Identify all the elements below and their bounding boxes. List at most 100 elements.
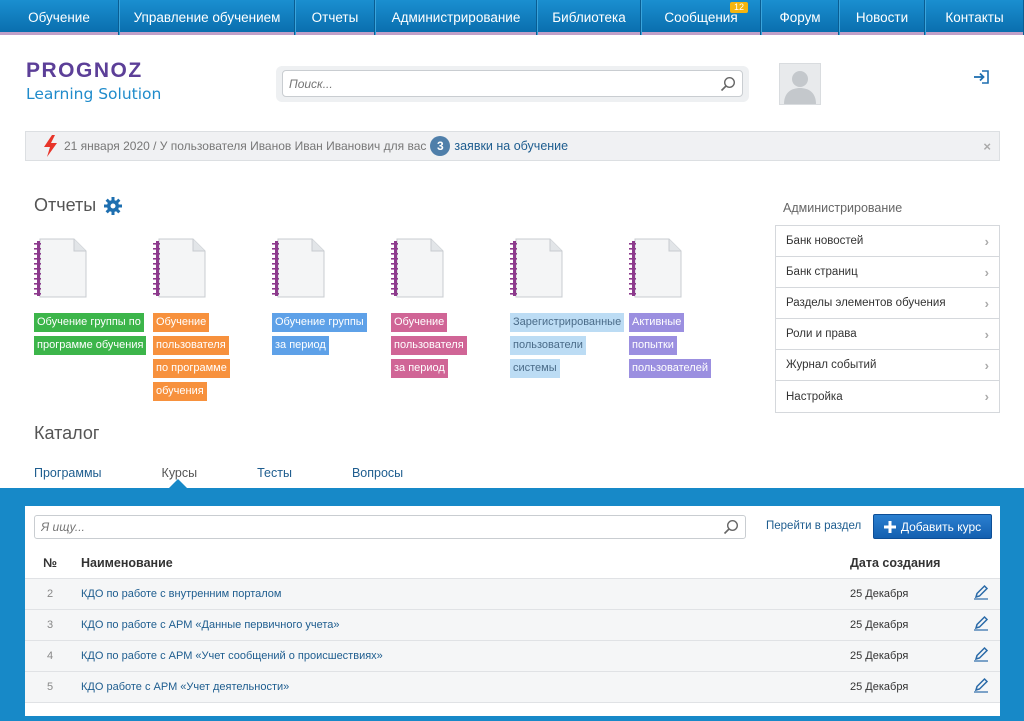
nav-item[interactable]: Сообщения 12 bbox=[641, 0, 761, 35]
nav-item[interactable]: Новости bbox=[839, 0, 925, 35]
catalog-search-box bbox=[34, 515, 746, 539]
close-icon[interactable]: × bbox=[983, 139, 991, 154]
report-label[interactable]: Зарегистрированные пользователи системы bbox=[510, 313, 630, 382]
report-label-line: пользователей bbox=[629, 359, 711, 378]
report-label-line: Обучение bbox=[153, 313, 210, 332]
user-silhouette-icon bbox=[784, 71, 816, 104]
report-label-line: программе обучения bbox=[34, 336, 147, 355]
chevron-right-icon: › bbox=[984, 326, 989, 342]
row-name-link[interactable]: КДО по работе с внутренним порталом bbox=[75, 578, 850, 610]
nav-item[interactable]: Отчеты bbox=[295, 0, 375, 35]
edit-icon[interactable] bbox=[973, 646, 989, 662]
report-item[interactable]: Обучение пользователя по программе обучения bbox=[153, 238, 273, 405]
report-label[interactable]: Обучение пользователя по программе обучения bbox=[153, 313, 273, 405]
admin-menu-item[interactable]: Журнал событий › bbox=[776, 350, 999, 381]
report-item[interactable]: Обучение пользователя за период bbox=[391, 238, 511, 382]
chevron-right-icon: › bbox=[984, 233, 989, 249]
report-label[interactable]: Обучение группы по программе обучения bbox=[34, 313, 154, 359]
admin-menu-item-label: Роли и права bbox=[786, 328, 857, 340]
requests-count-badge: 3 bbox=[430, 136, 451, 156]
report-label-line: Активные bbox=[629, 313, 685, 332]
catalog-tab[interactable]: Курсы bbox=[162, 466, 198, 480]
notification-bar: 21 января 2020 / У пользователя Иванов И… bbox=[25, 131, 1000, 161]
nav-item-label: Обучение bbox=[28, 10, 90, 25]
report-document-icon bbox=[510, 238, 563, 298]
admin-menu-item-label: Журнал событий bbox=[786, 359, 877, 371]
logo[interactable]: PROGNOZ Learning Solution bbox=[26, 60, 161, 104]
report-label[interactable]: Активные попытки пользователей bbox=[629, 313, 749, 382]
goto-section-link[interactable]: Перейти в раздел bbox=[766, 520, 861, 532]
table-row[interactable]: 2 КДО по работе с внутренним порталом 25 Д… bbox=[25, 578, 1000, 610]
nav-item[interactable]: Контакты bbox=[925, 0, 1024, 35]
row-name-link[interactable]: КДО по работе с АРМ «Данные первичного у… bbox=[75, 609, 850, 641]
search-input[interactable] bbox=[289, 76, 720, 91]
requests-link[interactable]: заявки на обучение bbox=[454, 139, 568, 153]
nav-item-label: Отчеты bbox=[311, 10, 359, 25]
col-num[interactable]: № bbox=[25, 549, 75, 579]
table-row[interactable]: 5 КДО работе с АРМ «Учет деятельности» 25 … bbox=[25, 671, 1000, 703]
col-actions bbox=[962, 549, 1000, 579]
report-item[interactable]: Обучение группы за период bbox=[272, 238, 392, 359]
search-icon[interactable] bbox=[720, 76, 736, 92]
catalog-tab[interactable]: Вопросы bbox=[352, 466, 403, 480]
edit-icon[interactable] bbox=[973, 677, 989, 693]
report-label-line: Зарегистрированные bbox=[510, 313, 625, 332]
lightning-icon bbox=[44, 135, 57, 157]
table-row[interactable]: 3 КДО по работе с АРМ «Данные первичного … bbox=[25, 609, 1000, 641]
admin-title: Администрирование bbox=[783, 201, 903, 215]
logout-icon[interactable] bbox=[973, 70, 989, 84]
top-nav: Обучение Управление обучением Отчеты Админи… bbox=[0, 0, 1024, 35]
nav-item[interactable]: Обучение bbox=[0, 0, 119, 35]
admin-menu-item[interactable]: Банк страниц › bbox=[776, 257, 999, 288]
add-course-button[interactable]: Добавить курс bbox=[873, 514, 992, 539]
active-tab-caret bbox=[169, 479, 187, 488]
search-icon[interactable] bbox=[723, 519, 739, 535]
edit-icon[interactable] bbox=[973, 615, 989, 631]
notice-text: 21 января 2020 / У пользователя Иванов И… bbox=[64, 139, 427, 153]
catalog-content: Перейти в раздел Добавить курс № Наимено… bbox=[25, 506, 1000, 716]
chevron-right-icon: › bbox=[984, 264, 989, 280]
report-label-line: Обучение группы bbox=[272, 313, 367, 332]
admin-menu: Банк новостей › Банк страниц › Разделы элеме… bbox=[775, 225, 1000, 413]
catalog-tab[interactable]: Программы bbox=[34, 466, 102, 480]
col-date[interactable]: Дата создания bbox=[850, 549, 962, 579]
nav-item[interactable]: Библиотека bbox=[537, 0, 641, 35]
chevron-right-icon: › bbox=[984, 389, 989, 404]
nav-item[interactable]: Управление обучением bbox=[119, 0, 295, 35]
nav-item[interactable]: Форум bbox=[761, 0, 839, 35]
row-date: 25 Декабря bbox=[850, 578, 962, 610]
admin-menu-item[interactable]: Настройка › bbox=[776, 381, 999, 412]
avatar[interactable] bbox=[779, 63, 821, 105]
admin-menu-item[interactable]: Банк новостей › bbox=[776, 226, 999, 257]
row-actions bbox=[962, 671, 1000, 703]
catalog-tab[interactable]: Тесты bbox=[257, 466, 292, 480]
report-item[interactable]: Зарегистрированные пользователи системы bbox=[510, 238, 630, 382]
row-name-link[interactable]: КДО по работе с АРМ «Учет сообщений о пр… bbox=[75, 640, 850, 672]
report-label-line: пользователя bbox=[391, 336, 467, 355]
admin-menu-item-label: Разделы элементов обучения bbox=[786, 297, 946, 309]
chevron-right-icon: › bbox=[984, 357, 989, 373]
search-box bbox=[282, 70, 743, 97]
nav-item[interactable]: Администрирование bbox=[375, 0, 537, 35]
report-item[interactable]: Активные попытки пользователей bbox=[629, 238, 749, 382]
catalog-search-input[interactable] bbox=[41, 520, 723, 534]
admin-menu-item[interactable]: Разделы элементов обучения › bbox=[776, 288, 999, 319]
report-item[interactable]: Обучение группы по программе обучения bbox=[34, 238, 154, 359]
table-row[interactable]: 4 КДО по работе с АРМ «Учет сообщений о п… bbox=[25, 640, 1000, 672]
gear-icon[interactable] bbox=[104, 196, 123, 215]
courses-table: № Наименование Дата создания 2 КДО по раб… bbox=[25, 549, 1000, 703]
report-label[interactable]: Обучение группы за период bbox=[272, 313, 392, 359]
row-name-link[interactable]: КДО работе с АРМ «Учет деятельности» bbox=[75, 671, 850, 703]
report-label-line: пользователи bbox=[510, 336, 586, 355]
report-document-icon bbox=[391, 238, 444, 298]
admin-menu-item[interactable]: Роли и права › bbox=[776, 319, 999, 350]
report-label-line: за период bbox=[391, 359, 448, 378]
col-name[interactable]: Наименование bbox=[75, 549, 850, 579]
report-label-line: Обучение группы по bbox=[34, 313, 144, 332]
report-label[interactable]: Обучение пользователя за период bbox=[391, 313, 511, 382]
edit-icon[interactable] bbox=[973, 584, 989, 600]
nav-item-label: Новости bbox=[855, 10, 909, 25]
report-document-icon bbox=[629, 238, 682, 298]
admin-menu-item-label: Настройка bbox=[786, 390, 843, 403]
nav-item-label: Контакты bbox=[945, 10, 1004, 25]
